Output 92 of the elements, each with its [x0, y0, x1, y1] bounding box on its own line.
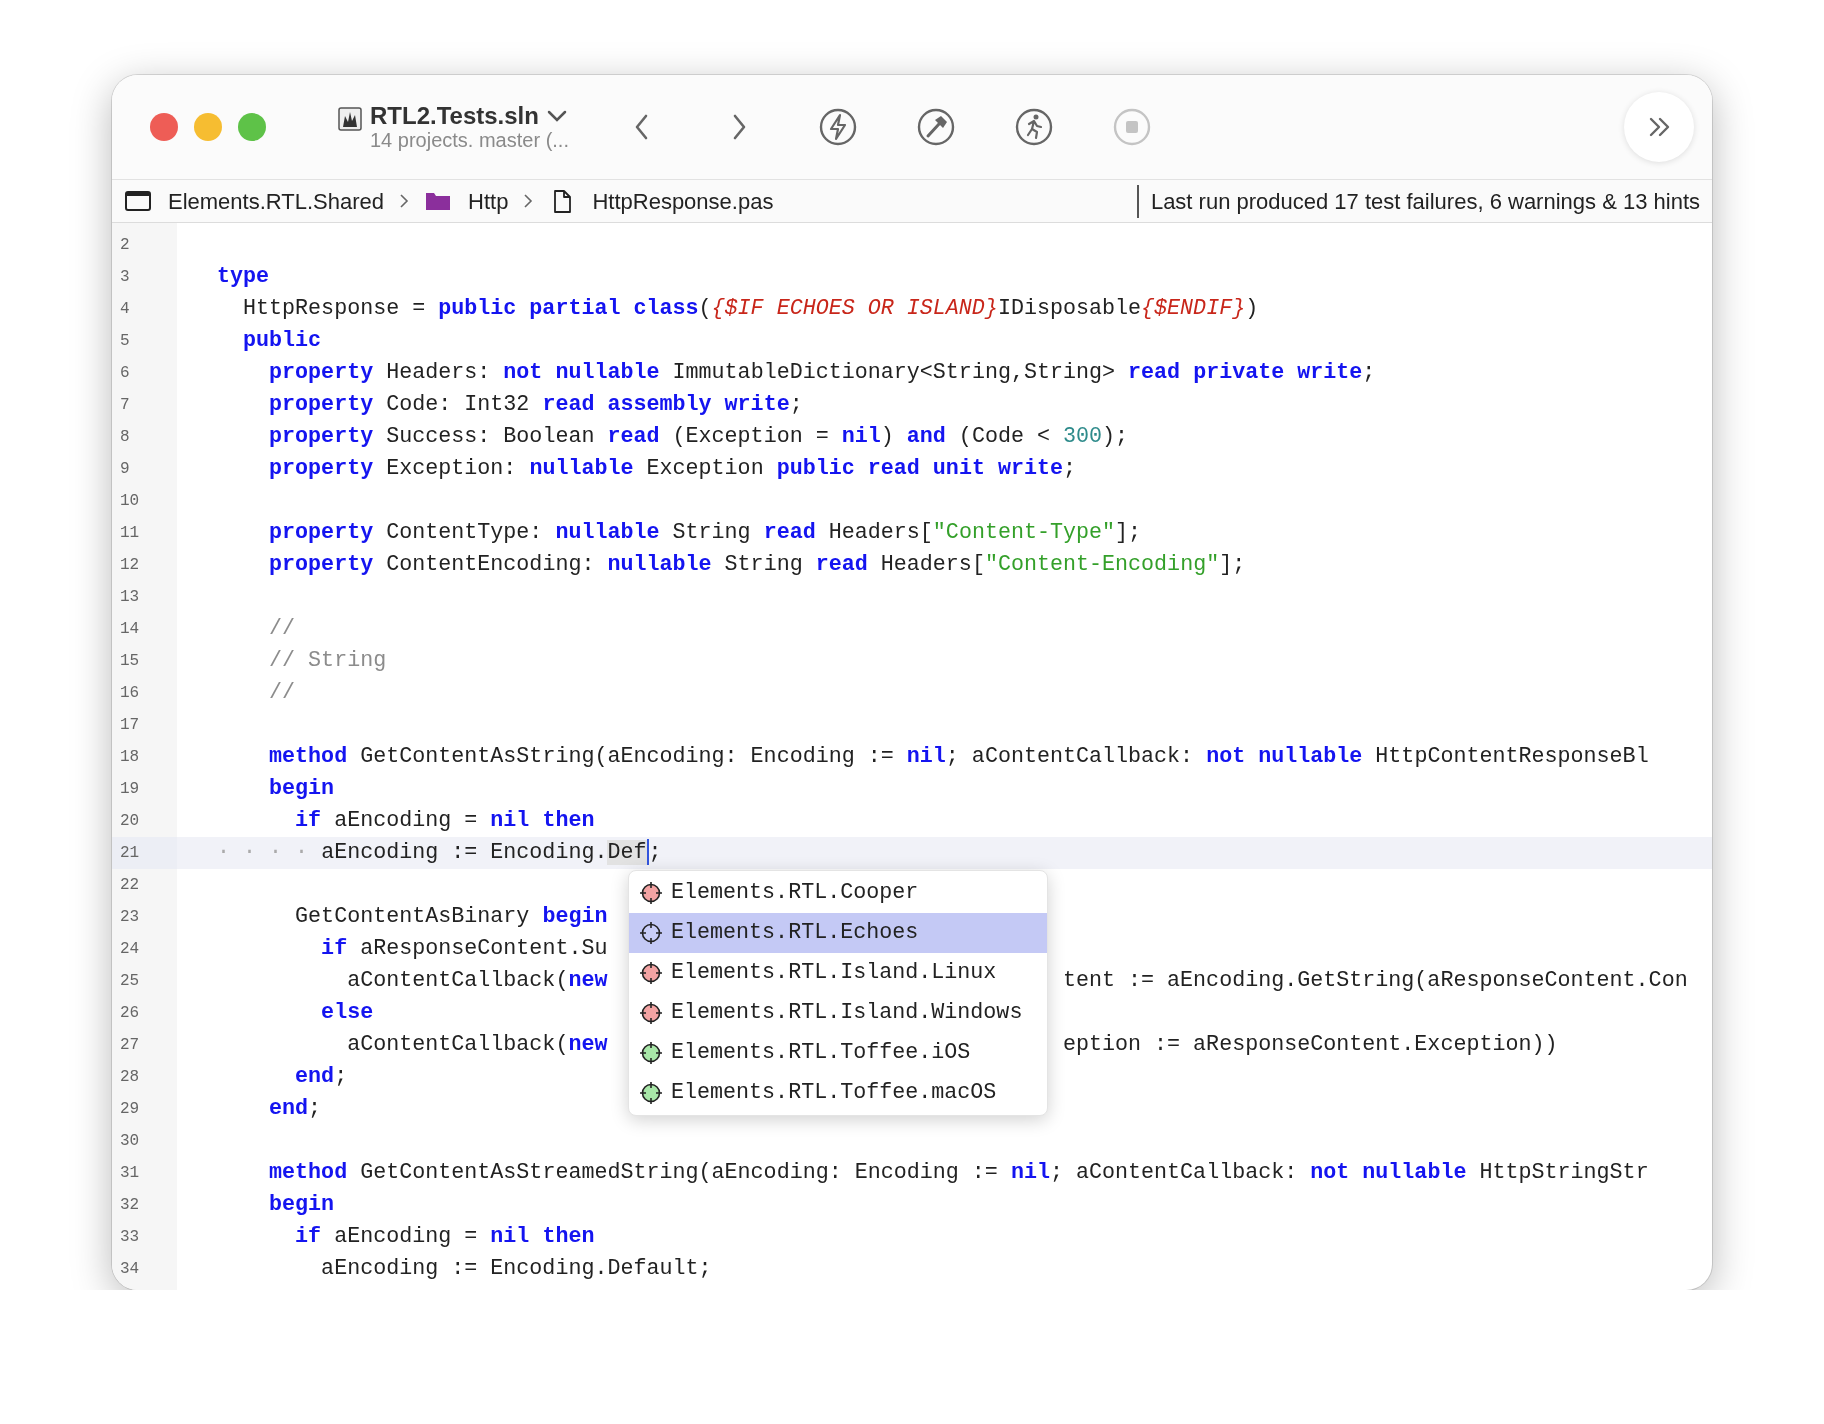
code-line: property Code: Int32 read assembly write; [268, 392, 803, 417]
breadcrumb-item[interactable]: Elements.RTL.Shared [168, 184, 385, 218]
back-icon [634, 114, 650, 140]
line-number: 17 [119, 715, 141, 736]
line-number: 24 [119, 939, 141, 960]
app-icon [338, 106, 362, 131]
line-number: 16 [119, 683, 141, 704]
lightning-icon [817, 107, 858, 147]
forward-icon [732, 114, 748, 140]
line-number: 2 [119, 235, 131, 256]
line-number: 28 [119, 1067, 141, 1088]
line-number: 11 [119, 523, 141, 544]
code-line: · · · · aEncoding := Encoding.Def; [217, 840, 662, 865]
line-number: 5 [119, 331, 131, 352]
line-number: 23 [119, 907, 141, 928]
line-number: 12 [119, 555, 141, 576]
line-number: 10 [119, 491, 141, 512]
completion-item[interactable]: Elements.RTL.Island.Windows [629, 993, 1047, 1033]
project-subtitle: 14 projects. master (... [370, 129, 569, 152]
crosshair-icon [639, 1001, 663, 1025]
line-number: 27 [119, 1035, 141, 1056]
line-number: 22 [119, 875, 141, 896]
code-line: if aResponseContent.Su [320, 936, 608, 961]
code-line: public [242, 328, 322, 353]
code-line: property Headers: not nullable ImmutableDictionary<String,String> read private write; [268, 360, 1376, 385]
crosshair-icon [639, 921, 663, 945]
line-number: 30 [119, 1131, 141, 1152]
code-line: type [217, 264, 270, 289]
line-number: 20 [119, 811, 141, 832]
breadcrumb-item[interactable]: Http [468, 184, 509, 218]
chevron-down-icon[interactable] [546, 109, 567, 123]
code-line: eption := aResponseContent.Exception)) [1062, 1032, 1558, 1057]
code-line: end; [294, 1064, 348, 1089]
line-number: 25 [119, 971, 141, 992]
completion-item[interactable]: Elements.RTL.Echoes [629, 913, 1047, 953]
code-line: property ContentType: nullable String read Headers["Content-Type"]; [268, 520, 1142, 545]
code-line: tent := aEncoding.GetString(aResponseContent.Con [1062, 968, 1688, 993]
code-line: method GetContentAsStreamedString(aEncoding: Encoding := nil; aContentCallback: not nullable HttpStringStr [268, 1160, 1649, 1185]
line-number: 31 [119, 1163, 141, 1184]
code-line: aEncoding := Encoding.Default; [320, 1256, 712, 1281]
line-number: 14 [119, 619, 141, 640]
code-line: aContentCallback(new [346, 1032, 608, 1057]
completion-item[interactable]: Elements.RTL.Island.Linux [629, 953, 1047, 993]
code-line: else [320, 1000, 374, 1025]
code-line: property ContentEncoding: nullable String read Headers["Content-Encoding"]; [268, 552, 1246, 577]
line-number: 13 [119, 587, 141, 608]
code-line: if aEncoding = nil then [294, 1224, 595, 1249]
hammer-icon [915, 107, 956, 147]
line-number: 18 [119, 747, 141, 768]
code-line: end; [268, 1096, 322, 1121]
double-chevron-button[interactable] [1624, 92, 1694, 162]
code-line: GetContentAsBinary begin [294, 904, 608, 929]
code-line: property Exception: nullable Exception public read unit write; [268, 456, 1076, 481]
running-person-icon [1013, 107, 1054, 147]
line-number: 32 [119, 1195, 141, 1216]
code-line: HttpResponse = public partial class({$IF ECHOES OR ISLAND}IDisposable{$ENDIF}) [242, 296, 1259, 321]
completion-item[interactable]: Elements.RTL.Cooper [629, 873, 1047, 913]
crosshair-icon [639, 1041, 663, 1065]
project-title[interactable]: RTL2.Tests.sln [370, 102, 539, 130]
line-number: 33 [119, 1227, 141, 1248]
line-number: 26 [119, 1003, 141, 1024]
line-number: 19 [119, 779, 141, 800]
line-number: 15 [119, 651, 141, 672]
line-number: 8 [119, 427, 131, 448]
double-chevron-icon [1648, 117, 1670, 137]
breadcrumb-item[interactable]: HttpResponse.pas [592, 184, 774, 218]
code-line: // [268, 616, 296, 641]
line-number: 29 [119, 1099, 141, 1120]
completion-item[interactable]: Elements.RTL.Toffee.macOS [629, 1073, 1047, 1113]
line-number: 6 [119, 363, 131, 384]
code-line: if aEncoding = nil then [294, 808, 595, 833]
crosshair-icon [639, 961, 663, 985]
code-line: method GetContentAsString(aEncoding: Encoding := nil; aContentCallback: not nullable HttpContentResponseBl [268, 744, 1649, 769]
line-number: 4 [119, 299, 131, 320]
line-number: 9 [119, 459, 131, 480]
line-number: 3 [119, 267, 131, 288]
crosshair-icon [639, 881, 663, 905]
close-button[interactable] [150, 113, 178, 141]
code-line: begin [268, 1192, 335, 1217]
completion-item[interactable]: Elements.RTL.Toffee.iOS [629, 1033, 1047, 1073]
stop-icon [1111, 107, 1152, 147]
code-line: begin [268, 776, 335, 801]
code-line: property Success: Boolean read (Exception = nil) and (Code < 300); [268, 424, 1129, 449]
window-icon [124, 188, 152, 214]
code-line: // [268, 680, 296, 705]
crosshair-icon [639, 1081, 663, 1105]
code-line: aContentCallback(new [346, 968, 608, 993]
code-line: // String [268, 648, 387, 673]
line-number: 34 [119, 1259, 141, 1280]
line-number: 7 [119, 395, 131, 416]
build-status: Last run produced 17 test failures, 6 warnings & 13 hints [1136, 184, 1700, 218]
line-number: 21 [112, 837, 177, 869]
